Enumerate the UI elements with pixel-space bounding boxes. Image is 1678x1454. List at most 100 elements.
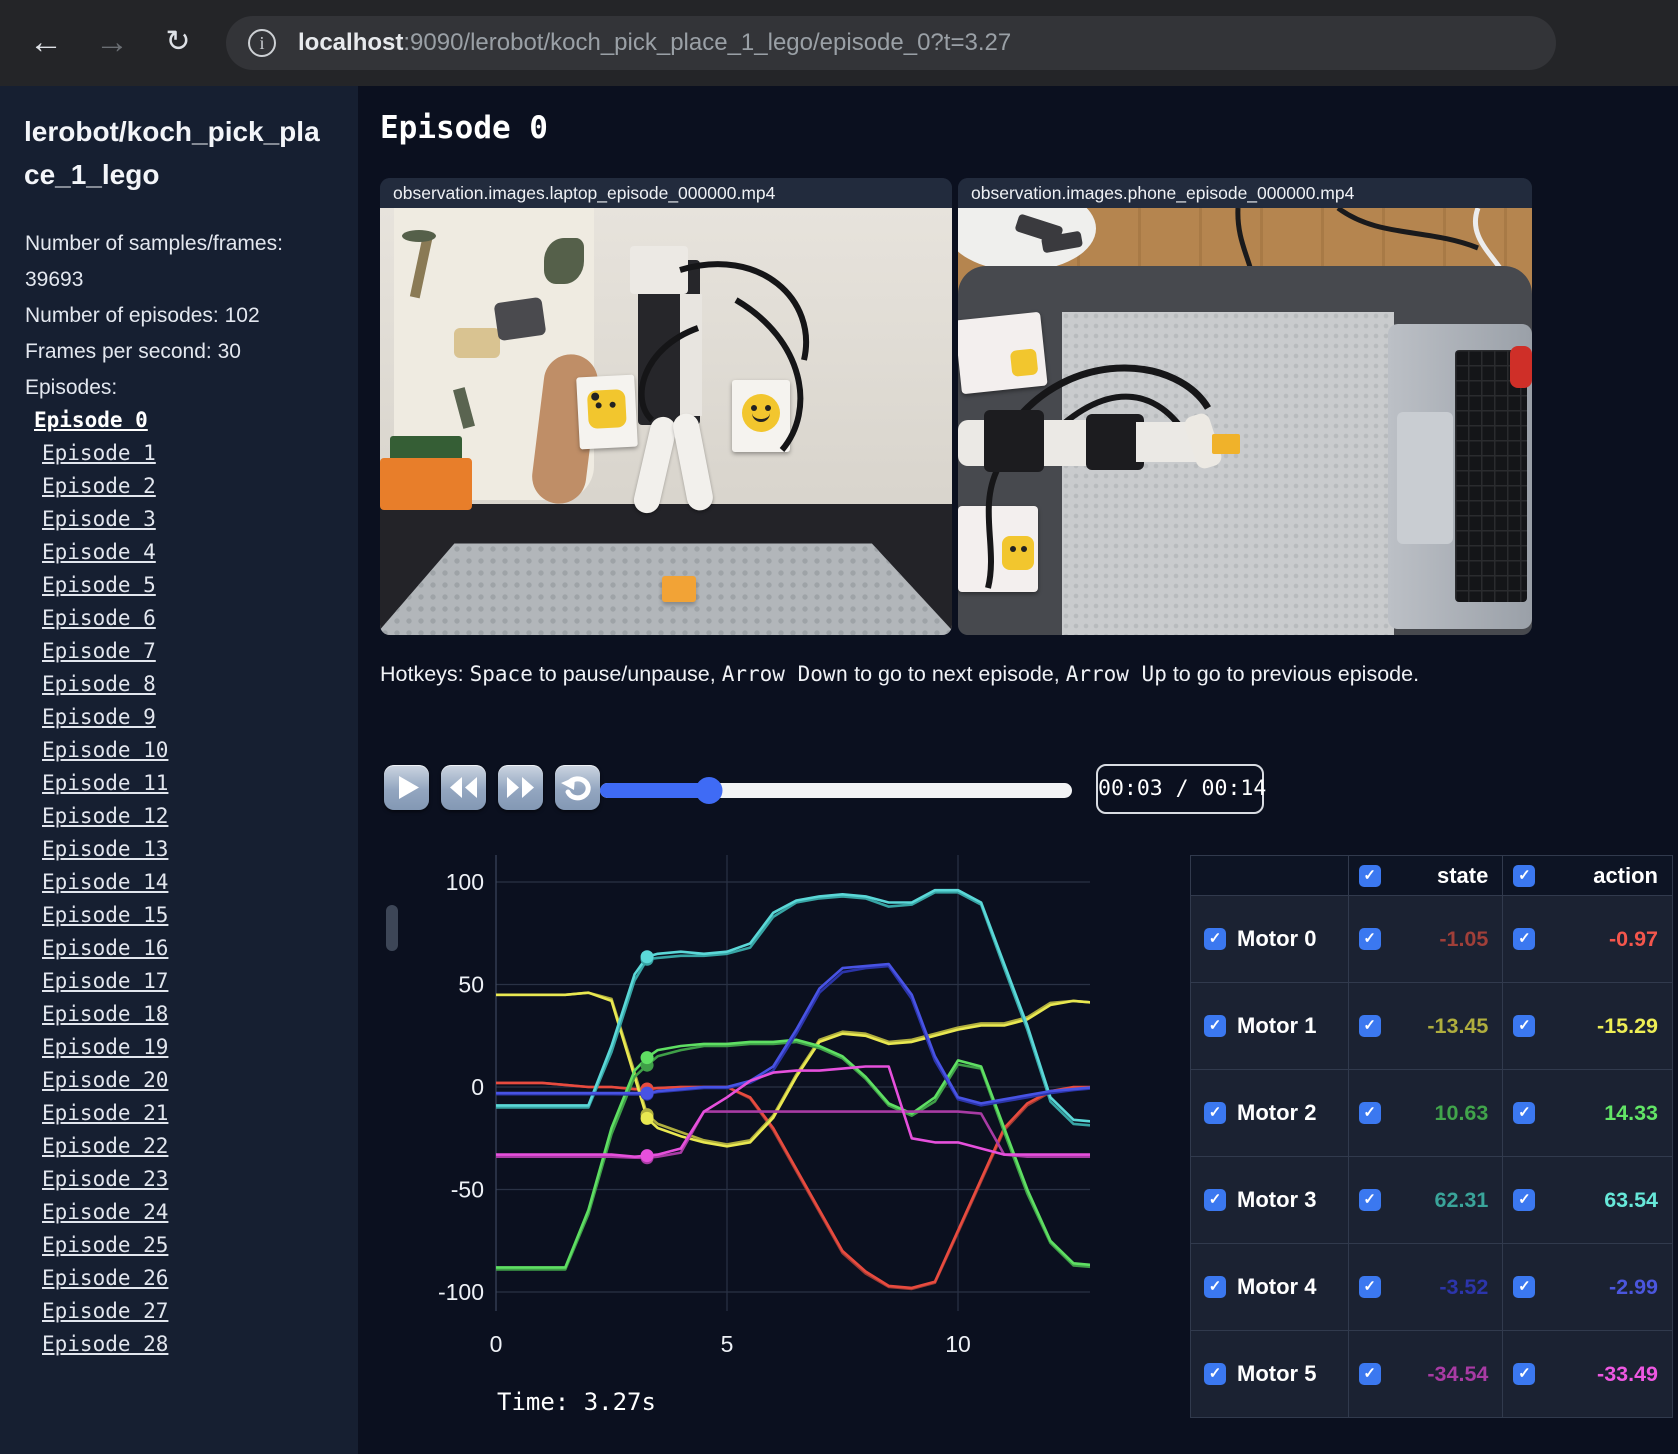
- episode-link[interactable]: Episode 8: [0, 668, 358, 701]
- site-info-icon[interactable]: i: [248, 29, 276, 57]
- action-value: 14.33: [1604, 1100, 1658, 1125]
- motor-name: Motor 5: [1237, 1361, 1317, 1386]
- url-bar[interactable]: i localhost:9090/lerobot/koch_pick_place…: [226, 16, 1556, 70]
- state-checkbox[interactable]: ✓: [1358, 928, 1381, 950]
- episode-link[interactable]: Episode 6: [0, 602, 358, 635]
- motor-row: ✓ Motor 0 ✓ -1.05 ✓ -0.97: [1190, 895, 1673, 983]
- action-column-header: ✓ action: [1502, 855, 1673, 896]
- action-value: 63.54: [1604, 1187, 1658, 1212]
- action-checkbox[interactable]: ✓: [1513, 1015, 1536, 1037]
- url-text: localhost:9090/lerobot/koch_pick_place_1…: [298, 29, 1011, 57]
- state-checkbox[interactable]: ✓: [1358, 1363, 1381, 1385]
- state-checkbox[interactable]: ✓: [1358, 1015, 1381, 1037]
- state-checkbox[interactable]: ✓: [1358, 1189, 1381, 1211]
- episode-link[interactable]: Episode 9: [0, 701, 358, 734]
- motor-checkbox[interactable]: ✓: [1204, 1363, 1226, 1385]
- action-value: -2.99: [1608, 1274, 1658, 1299]
- motor-checkbox[interactable]: ✓: [1204, 1189, 1226, 1211]
- hotkey-key: Space: [469, 662, 533, 686]
- page-title: Episode 0: [380, 110, 548, 146]
- episode-link[interactable]: Episode 11: [0, 767, 358, 800]
- motor-name: Motor 4: [1237, 1274, 1317, 1299]
- video-panel-laptop: observation.images.laptop_episode_000000…: [380, 178, 952, 635]
- action-checkbox[interactable]: ✓: [1513, 928, 1536, 950]
- svg-text:50: 50: [458, 972, 484, 998]
- motor-checkbox[interactable]: ✓: [1204, 1102, 1226, 1124]
- action-checkbox[interactable]: ✓: [1513, 1102, 1536, 1124]
- motor-table: ✓ state ✓ action ✓ Motor 0 ✓ -1.05 ✓ -0.97 ✓ Mo…: [1190, 855, 1673, 1418]
- state-checkbox[interactable]: ✓: [1358, 1102, 1381, 1124]
- episode-link[interactable]: Episode 10: [0, 734, 358, 767]
- episode-link[interactable]: Episode 3: [0, 503, 358, 536]
- episode-link[interactable]: Episode 12: [0, 800, 358, 833]
- state-header-label: state: [1437, 862, 1489, 888]
- dataset-stats: Number of samples/frames: 39693 Number of…: [25, 226, 340, 370]
- motor-checkbox[interactable]: ✓: [1204, 1015, 1226, 1037]
- episode-link[interactable]: Episode 17: [0, 965, 358, 998]
- stat-line: Number of samples/frames: 39693: [25, 232, 283, 291]
- reload-icon[interactable]: ↻: [154, 18, 202, 66]
- action-checkbox[interactable]: ✓: [1513, 1276, 1536, 1298]
- episode-link[interactable]: Episode 7: [0, 635, 358, 668]
- motor-checkbox[interactable]: ✓: [1204, 1276, 1226, 1298]
- state-value: 62.31: [1434, 1187, 1489, 1212]
- motor-name: Motor 0: [1237, 926, 1317, 951]
- episode-link[interactable]: Episode 27: [0, 1295, 358, 1328]
- stat-line: Number of episodes: 102: [25, 304, 260, 327]
- episode-link[interactable]: Episode 19: [0, 1031, 358, 1064]
- state-value: -3.52: [1439, 1274, 1489, 1299]
- action-value: -0.97: [1608, 926, 1658, 951]
- episode-link[interactable]: Episode 23: [0, 1163, 358, 1196]
- episode-list: Episode 0 Episode 1 Episode 2 Episode 3 Epis…: [0, 404, 358, 1361]
- forward-icon[interactable]: →: [88, 18, 136, 66]
- motor-row: ✓ Motor 3 ✓ 62.31 ✓ 63.54: [1190, 1156, 1673, 1244]
- action-value: -33.49: [1597, 1361, 1658, 1386]
- hotkey-key: Arrow Down: [721, 662, 849, 686]
- episode-link[interactable]: Episode 0: [0, 404, 358, 437]
- episode-link[interactable]: Episode 26: [0, 1262, 358, 1295]
- video-phone: [958, 208, 1532, 635]
- video-laptop: [380, 208, 952, 635]
- video-panel-phone: observation.images.phone_episode_000000.…: [958, 178, 1532, 635]
- state-value: -1.05: [1439, 926, 1489, 951]
- motor-name: Motor 2: [1237, 1100, 1317, 1125]
- browser-window: ← → ↻ i localhost:9090/lerobot/koch_pick…: [0, 0, 1678, 1454]
- svg-text:0: 0: [471, 1074, 484, 1100]
- episode-link[interactable]: Episode 25: [0, 1229, 358, 1262]
- episode-link[interactable]: Episode 14: [0, 866, 358, 899]
- stat-line: Frames per second: 30: [25, 340, 241, 363]
- action-column-checkbox[interactable]: ✓: [1513, 864, 1536, 887]
- motor-checkbox[interactable]: ✓: [1204, 928, 1226, 950]
- back-icon[interactable]: ←: [22, 18, 70, 66]
- svg-text:0: 0: [490, 1331, 503, 1357]
- episode-link[interactable]: Episode 4: [0, 536, 358, 569]
- action-value: -15.29: [1597, 1013, 1658, 1038]
- state-column-checkbox[interactable]: ✓: [1358, 864, 1381, 887]
- video-label-phone: observation.images.phone_episode_000000.…: [958, 178, 1532, 208]
- hotkey-text: Hotkeys:: [380, 662, 470, 686]
- episode-link[interactable]: Episode 22: [0, 1130, 358, 1163]
- hotkey-text: to go to next episode,: [848, 662, 1066, 686]
- episode-link[interactable]: Episode 18: [0, 998, 358, 1031]
- hotkeys-help: Hotkeys: Space to pause/unpause, Arrow D…: [380, 662, 1580, 687]
- orange-lego-brick: [662, 576, 696, 602]
- state-checkbox[interactable]: ✓: [1358, 1276, 1381, 1298]
- action-checkbox[interactable]: ✓: [1513, 1189, 1536, 1211]
- episode-link[interactable]: Episode 2: [0, 470, 358, 503]
- episode-link[interactable]: Episode 15: [0, 899, 358, 932]
- episode-link[interactable]: Episode 20: [0, 1064, 358, 1097]
- episode-link[interactable]: Episode 1: [0, 437, 358, 470]
- episode-link[interactable]: Episode 16: [0, 932, 358, 965]
- episode-link[interactable]: Episode 28: [0, 1328, 358, 1361]
- svg-text:10: 10: [945, 1331, 971, 1357]
- motor-name: Motor 1: [1237, 1013, 1317, 1038]
- action-checkbox[interactable]: ✓: [1513, 1363, 1536, 1385]
- state-value: -34.54: [1427, 1361, 1489, 1386]
- episode-link[interactable]: Episode 21: [0, 1097, 358, 1130]
- url-path: :9090/lerobot/koch_pick_place_1_lego/epi…: [403, 29, 1012, 56]
- episode-link[interactable]: Episode 24: [0, 1196, 358, 1229]
- episode-link[interactable]: Episode 5: [0, 569, 358, 602]
- episodes-heading: Episodes:: [25, 376, 118, 399]
- svg-text:5: 5: [721, 1331, 734, 1357]
- episode-link[interactable]: Episode 13: [0, 833, 358, 866]
